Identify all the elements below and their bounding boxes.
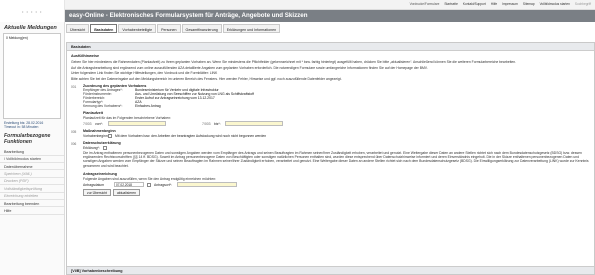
calendar-icon[interactable] <box>147 182 151 187</box>
top-nav: Vordrucke/Formulare Startseite Kontakt/S… <box>65 0 595 10</box>
antragsdatum-input[interactable]: 07.02.2018 <box>114 182 144 188</box>
tab-personen[interactable]: Personen <box>157 24 181 33</box>
link-kontakt[interactable]: Kontakt/Support <box>463 2 486 6</box>
messages-box[interactable]: 0 Meldung(en) <box>3 33 61 119</box>
antragsort-input[interactable] <box>177 182 237 188</box>
sidebar-item-datenuebernahme[interactable]: Datenübernahme <box>0 163 64 171</box>
hint-paragraph-2: Auf die Antragsbearbeitung sind ergänzen… <box>71 66 428 71</box>
block-title: Antragseinreichung <box>83 171 117 176</box>
status-timeout: Timeout in: 58 Minuten <box>4 125 39 130</box>
field-value: Erster Aufruf zur Antragseinreichung vom… <box>135 95 215 100</box>
beginn-text: Mit dem Vorhaben bzw. den Arbeiten der b… <box>115 134 267 139</box>
sidebar-item-speichern[interactable]: Speichern (XML) <box>0 170 64 178</box>
field-number: 7/003 <box>83 121 92 126</box>
link-sitemap[interactable]: Sitemap <box>523 2 535 6</box>
to-label: bis*: <box>214 121 221 126</box>
hints-title: Ausfüllhinweise <box>71 54 100 58</box>
back-to-overview-button[interactable]: zur Übersicht <box>83 189 111 197</box>
einreichung-inputs: Antragsdatum 07.02.2018 Antragsort*: <box>83 182 590 188</box>
sidebar-item-hilfe[interactable]: Hilfe <box>0 207 64 215</box>
field-number: 7/003 <box>202 121 211 126</box>
block-antragseinreichung: Antragseinreichung Folgende Angaben sind… <box>71 171 590 197</box>
app-titlebar: easy-Online - Elektronisches Formularsys… <box>65 10 595 22</box>
sidebar: Aktuelle Meldungen 0 Meldung(en) Erstell… <box>0 22 65 275</box>
section-title: Basisdaten <box>67 43 594 51</box>
block-planlaufzeit: Planlaufzeit Planlaufzeit für das im Fol… <box>71 110 590 127</box>
sidebar-item-pruefung[interactable]: Vollständigkeitsprüfung <box>0 185 64 193</box>
beginn-row: Vorhabenbeginn*: Mit dem Vorhaben bzw. d… <box>83 134 590 139</box>
field-row-kennung: Kennung des Vorhabens*: Einfaches Antrag <box>83 104 590 108</box>
date-label: Antragsdatum <box>83 182 105 187</box>
field-label: Kennung des Vorhabens*: <box>83 103 123 108</box>
app-title: easy-Online - Elektronisches Formularsys… <box>69 12 308 19</box>
planlaufzeit-inputs: 7/003 von*: 7/003 bis*: <box>83 121 590 127</box>
block-number <box>71 111 83 126</box>
einreichung-text: Folgende Angaben sind auszufüllen, wenn … <box>83 176 217 181</box>
date-to-input[interactable] <box>225 121 283 127</box>
sidebar-item-beenden[interactable]: Bearbeitung beenden <box>0 200 64 208</box>
action-buttons: zur Übersicht aktualisieren <box>83 189 590 197</box>
date-from-input[interactable] <box>108 121 166 127</box>
sidebar-item-drucken[interactable]: Drucken (PDF) <box>0 178 64 186</box>
block-title: Planlaufzeit <box>83 110 103 115</box>
sidebar-item-einreichung[interactable]: Einreichung einleiten <box>0 193 64 200</box>
from-label: von*: <box>95 121 103 126</box>
search-input[interactable]: Suchbegriff <box>575 2 591 6</box>
hint-paragraph-3: Unter folgendem Link finden Sie wichtige… <box>71 71 218 76</box>
form-tabs: Übersicht Basisdaten Vorhabenbeteiligte … <box>66 24 594 35</box>
block-number: 005 <box>71 130 77 135</box>
logo-mark: • • • • • <box>22 9 43 14</box>
functions-list: Bearbeitung \ Vollbildmodus starten Date… <box>0 148 64 215</box>
messages-title: Aktuelle Meldungen <box>4 25 57 31</box>
datenschutz-text: Die im Antrag enthaltenen personenbezoge… <box>83 151 589 168</box>
logo: • • • • • <box>0 0 65 22</box>
beginn-label: Vorhabenbeginn*: <box>83 134 110 139</box>
update-button[interactable]: aktualisieren <box>112 189 141 197</box>
link-hilfe[interactable]: Hilfe <box>491 2 497 6</box>
functions-title: Formularbezogene Funktionen <box>4 133 51 145</box>
messages-count: 0 Meldung(en) <box>6 36 28 40</box>
sidebar-item-bearbeitung[interactable]: Bearbeitung <box>0 148 64 156</box>
session-status: Erstellung bis: 28.02.2016 Timeout in: 5… <box>0 119 64 131</box>
block-number: 006 <box>71 142 77 147</box>
tab-erklaerungen[interactable]: Erklärungen und Informationen <box>222 24 281 33</box>
ort-label: Antragsort*: <box>154 182 172 187</box>
next-section-header[interactable]: [VI/B] Vorhabenbeschreibung <box>67 266 594 274</box>
block-title: Maßnahmenbeginn <box>83 129 116 134</box>
tab-basisdaten[interactable]: Basisdaten <box>90 24 118 33</box>
sidebar-item-vollbild[interactable]: \ Vollbildmodus starten <box>0 156 64 163</box>
erklaerung-label: Erklärung*: <box>83 146 100 151</box>
form-content: Ausfüllhinweise Geben Sie hier mindesten… <box>67 51 594 198</box>
beginn-checkbox[interactable] <box>108 134 112 139</box>
erklaerung-row: Erklärung*: <box>83 146 590 151</box>
block-zuordnung: 001 Zuordnung des geplanten Vorhabens Em… <box>71 84 590 108</box>
block-number <box>71 172 83 196</box>
tab-vorhabenbeteiligte[interactable]: Vorhabenbeteiligte <box>118 24 157 33</box>
form-panel: Basisdaten Ausfüllhinweise Geben Sie hie… <box>66 42 595 275</box>
block-title: Datenschutzerklärung <box>83 141 121 146</box>
link-vordrucke[interactable]: Vordrucke/Formulare <box>410 2 440 6</box>
tab-gesamtfinanzierung[interactable]: Gesamtfinanzierung <box>181 24 222 33</box>
tab-uebersicht[interactable]: Übersicht <box>66 24 90 33</box>
hint-paragraph-4: Bitte achten Sie bei der Dateneingabe au… <box>71 76 342 81</box>
field-value: Einfaches Antrag <box>135 103 161 108</box>
block-massnahmenbeginn: 005 Maßnahmenbeginn Vorhabenbeginn*: Mit… <box>71 129 590 139</box>
planlaufzeit-text: Planlaufzeit für das im Folgenden beschr… <box>83 115 172 120</box>
link-impressum[interactable]: Impressum <box>502 2 518 6</box>
block-datenschutz: 006 Datenschutzerklärung Erklärung*: Die… <box>71 141 590 169</box>
link-startseite[interactable]: Startseite <box>444 2 457 6</box>
hint-paragraph-1: Geben Sie hier mindestens die Rahmendate… <box>71 60 517 64</box>
link-vollbild[interactable]: Vollbildmodus starten <box>540 2 570 6</box>
erklaerung-checkbox[interactable] <box>102 146 107 151</box>
block-number: 001 <box>71 84 77 89</box>
